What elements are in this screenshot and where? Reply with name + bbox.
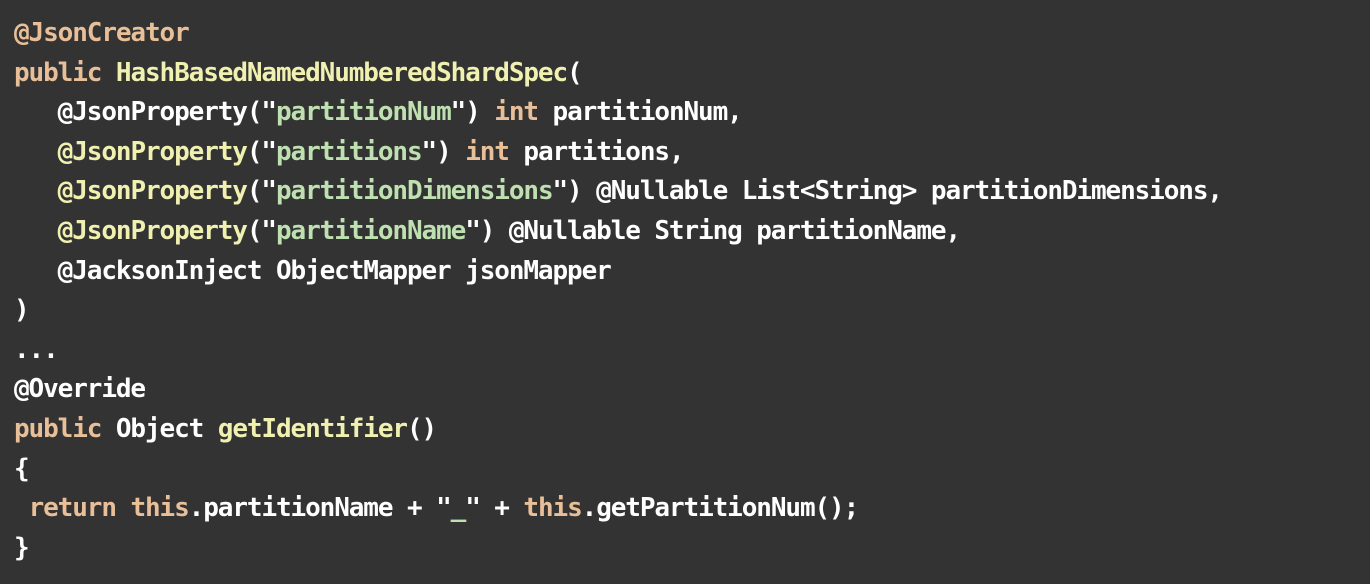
- code-token: @Override: [14, 374, 146, 405]
- code-token: @JsonProperty: [57, 215, 248, 246]
- code-token: ...: [14, 334, 59, 365]
- code-token: public: [14, 57, 102, 88]
- code-token: partitions: [275, 136, 423, 167]
- code-token: ): [14, 295, 30, 326]
- code-token: (: [567, 57, 583, 88]
- code-token: (": [246, 176, 277, 207]
- code-token: @JsonCreator: [14, 18, 190, 48]
- code-token: int: [465, 136, 510, 167]
- code-token: partitionName: [275, 215, 466, 246]
- code-token: partitionNum,: [537, 97, 743, 128]
- code-token: "): [421, 136, 466, 167]
- code-line: public Object getIdentifier(): [14, 410, 1370, 450]
- code-line: @JsonProperty("partitionDimensions") @Nu…: [14, 172, 1370, 212]
- code-token: this: [130, 493, 189, 524]
- code-token: .getPartitionNum();: [581, 493, 860, 524]
- code-token: .partitionName + ": [188, 493, 452, 524]
- code-line: @JsonProperty("partitionNum") int partit…: [14, 93, 1370, 133]
- code-token: this: [523, 493, 582, 524]
- code-line: @JsonProperty("partitions") int partitio…: [14, 133, 1370, 173]
- code-token: HashBasedNamedNumberedShardSpec: [115, 57, 568, 88]
- code-token: ") @Nullable List<String> partitionDimen…: [552, 176, 1224, 207]
- code-line: @Override: [14, 370, 1370, 410]
- code-token: ") @Nullable String partitionName,: [465, 215, 961, 246]
- code-token: Object: [101, 413, 218, 444]
- code-token: partitionDimensions: [275, 176, 554, 207]
- code-token: @JacksonInject ObjectMapper jsonMapper: [14, 255, 612, 286]
- code-token: public: [14, 413, 102, 444]
- code-line: {: [14, 450, 1370, 490]
- code-token: " +: [465, 493, 524, 524]
- code-line: return this.partitionName + "_" + this.g…: [14, 489, 1370, 529]
- code-line: public HashBasedNamedNumberedShardSpec(: [14, 54, 1370, 94]
- code-token: @JsonProperty: [57, 136, 248, 167]
- code-line: @JsonProperty("partitionName") @Nullable…: [14, 212, 1370, 252]
- code-token: (): [406, 413, 437, 444]
- code-token: }: [14, 532, 30, 563]
- code-token: (": [246, 136, 277, 167]
- code-line: ): [14, 291, 1370, 331]
- code-line: ...: [14, 331, 1370, 371]
- code-token: return: [28, 493, 117, 524]
- code-line: @JsonCreator: [14, 14, 1370, 54]
- code-token: _: [450, 493, 467, 524]
- code-token: {: [14, 453, 30, 484]
- code-token: "): [450, 97, 495, 128]
- code-token: getIdentifier: [217, 413, 408, 444]
- code-line: }: [14, 529, 1370, 569]
- code-token: partitions,: [508, 136, 684, 167]
- code-editor: @JsonCreator public HashBasedNamedNumbere…: [0, 0, 1370, 584]
- code-line: @JacksonInject ObjectMapper jsonMapper: [14, 252, 1370, 292]
- code-token: (": [246, 215, 277, 246]
- code-token: partitionNum: [275, 97, 452, 128]
- code-token: int: [494, 97, 539, 128]
- code-token: @JsonProperty: [57, 176, 248, 207]
- code-token: @JsonProperty(": [57, 97, 277, 128]
